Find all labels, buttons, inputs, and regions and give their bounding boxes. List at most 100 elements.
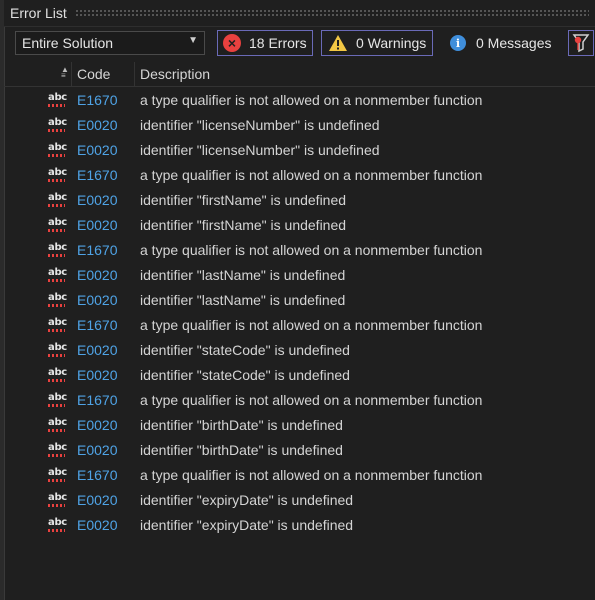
scope-dropdown[interactable]: Entire Solution ▼ xyxy=(15,31,205,55)
table-row[interactable]: abc E0020 identifier "firstName" is undefi… xyxy=(4,188,595,213)
error-list-toolbar: Entire Solution ▼ × 18 Errors 0 Warnings… xyxy=(4,28,595,60)
column-header-code[interactable]: Code xyxy=(77,62,110,87)
error-description: identifier "firstName" is undefined xyxy=(140,217,347,233)
error-code-link[interactable]: E0020 xyxy=(77,488,117,513)
table-header: ▲ ≡ Code Description xyxy=(4,62,595,87)
spelling-abc-icon: abc xyxy=(48,267,67,278)
error-code-link[interactable]: E0020 xyxy=(77,413,117,438)
squiggle-underline-icon xyxy=(48,229,65,232)
squiggle-underline-icon xyxy=(48,529,65,532)
error-description: identifier "stateCode" is undefined xyxy=(140,342,350,358)
table-row[interactable]: abc E1670 a type qualifier is not allowed … xyxy=(4,88,595,113)
table-row[interactable]: abc E1670 a type qualifier is not allowed … xyxy=(4,313,595,338)
error-code-link[interactable]: E0020 xyxy=(77,213,117,238)
error-description: identifier "expiryDate" is undefined xyxy=(140,492,354,508)
error-code-link[interactable]: E1670 xyxy=(77,88,117,113)
table-row[interactable]: abc E0020 identifier "expiryDate" is undef… xyxy=(4,488,595,513)
squiggle-underline-icon xyxy=(48,479,65,482)
spelling-abc-icon: abc xyxy=(48,192,67,203)
error-description: identifier "licenseNumber" is undefined xyxy=(140,142,380,158)
column-header-description[interactable]: Description xyxy=(140,62,210,87)
error-description: a type qualifier is not allowed on a non… xyxy=(140,467,483,483)
error-code-link[interactable]: E0020 xyxy=(77,188,117,213)
squiggle-underline-icon xyxy=(48,129,65,132)
spelling-abc-icon: abc xyxy=(48,217,67,228)
squiggle-underline-icon xyxy=(48,504,65,507)
window-title: Error List xyxy=(10,5,67,21)
squiggle-underline-icon xyxy=(48,379,65,382)
spelling-abc-icon: abc xyxy=(48,442,67,453)
table-row[interactable]: abc E0020 identifier "birthDate" is undefi… xyxy=(4,438,595,463)
vertical-scrollbar[interactable] xyxy=(591,88,595,600)
spelling-abc-icon: abc xyxy=(48,292,67,303)
errors-count-label: 18 Errors xyxy=(249,35,307,51)
error-description: a type qualifier is not allowed on a non… xyxy=(140,242,483,258)
table-row[interactable]: abc E0020 identifier "firstName" is undefi… xyxy=(4,213,595,238)
table-row[interactable]: abc E0020 identifier "lastName" is undefin… xyxy=(4,288,595,313)
error-description: a type qualifier is not allowed on a non… xyxy=(140,92,483,108)
messages-filter-button[interactable]: i 0 Messages xyxy=(444,30,556,56)
table-row[interactable]: abc E1670 a type qualifier is not allowed … xyxy=(4,163,595,188)
column-separator[interactable] xyxy=(71,62,72,87)
table-row[interactable]: abc E0020 identifier "licenseNumber" is un… xyxy=(4,113,595,138)
squiggle-underline-icon xyxy=(48,179,65,182)
squiggle-underline-icon xyxy=(48,204,65,207)
error-description: identifier "lastName" is undefined xyxy=(140,267,346,283)
column-separator[interactable] xyxy=(134,62,135,87)
column-options-icon[interactable]: ▲ ≡ xyxy=(61,66,69,80)
squiggle-underline-icon xyxy=(48,154,65,157)
error-code-link[interactable]: E0020 xyxy=(77,288,117,313)
warnings-count-label: 0 Warnings xyxy=(356,35,427,51)
error-code-link[interactable]: E1670 xyxy=(77,388,117,413)
filter-icon xyxy=(572,34,590,53)
error-description: identifier "lastName" is undefined xyxy=(140,292,346,308)
table-row[interactable]: abc E0020 identifier "lastName" is undefin… xyxy=(4,263,595,288)
error-code-link[interactable]: E1670 xyxy=(77,463,117,488)
warnings-filter-button[interactable]: 0 Warnings xyxy=(321,30,433,56)
spelling-abc-icon: abc xyxy=(48,167,67,178)
table-row[interactable]: abc E1670 a type qualifier is not allowed … xyxy=(4,388,595,413)
table-row[interactable]: abc E1670 a type qualifier is not allowed … xyxy=(4,238,595,263)
error-list-titlebar[interactable]: Error List xyxy=(4,0,595,27)
error-code-link[interactable]: E0020 xyxy=(77,263,117,288)
error-description: a type qualifier is not allowed on a non… xyxy=(140,392,483,408)
error-code-link[interactable]: E1670 xyxy=(77,313,117,338)
spelling-abc-icon: abc xyxy=(48,317,67,328)
squiggle-underline-icon xyxy=(48,354,65,357)
error-code-link[interactable]: E0020 xyxy=(77,113,117,138)
squiggle-underline-icon xyxy=(48,304,65,307)
spelling-abc-icon: abc xyxy=(48,467,67,478)
error-description: identifier "birthDate" is undefined xyxy=(140,442,343,458)
spelling-abc-icon: abc xyxy=(48,117,67,128)
error-code-link[interactable]: E0020 xyxy=(77,513,117,538)
table-row[interactable]: abc E0020 identifier "licenseNumber" is un… xyxy=(4,138,595,163)
table-row[interactable]: abc E0020 identifier "stateCode" is undefi… xyxy=(4,338,595,363)
table-row[interactable]: abc E0020 identifier "stateCode" is undefi… xyxy=(4,363,595,388)
scope-dropdown-value: Entire Solution xyxy=(22,35,114,51)
info-circle-icon: i xyxy=(450,35,466,51)
table-row[interactable]: abc E0020 identifier "birthDate" is undefi… xyxy=(4,413,595,438)
spelling-abc-icon: abc xyxy=(48,417,67,428)
error-code-link[interactable]: E1670 xyxy=(77,238,117,263)
error-description: identifier "licenseNumber" is undefined xyxy=(140,117,380,133)
error-description: identifier "birthDate" is undefined xyxy=(140,417,343,433)
error-code-link[interactable]: E0020 xyxy=(77,338,117,363)
error-code-link[interactable]: E1670 xyxy=(77,163,117,188)
table-row[interactable]: abc E1670 a type qualifier is not allowed … xyxy=(4,463,595,488)
squiggle-underline-icon xyxy=(48,279,65,282)
error-code-link[interactable]: E0020 xyxy=(77,363,117,388)
error-description: identifier "expiryDate" is undefined xyxy=(140,517,354,533)
errors-filter-button[interactable]: × 18 Errors xyxy=(217,30,313,56)
error-code-link[interactable]: E0020 xyxy=(77,438,117,463)
filter-button[interactable] xyxy=(568,30,594,56)
messages-count-label: 0 Messages xyxy=(476,35,552,51)
error-code-link[interactable]: E0020 xyxy=(77,138,117,163)
drag-grip[interactable] xyxy=(74,9,589,17)
warning-triangle-icon xyxy=(329,35,347,51)
error-list-rows: abc E1670 a type qualifier is not allowed … xyxy=(4,88,595,538)
error-description: a type qualifier is not allowed on a non… xyxy=(140,167,483,183)
table-row[interactable]: abc E0020 identifier "expiryDate" is undef… xyxy=(4,513,595,538)
error-description: identifier "stateCode" is undefined xyxy=(140,367,350,383)
spelling-abc-icon: abc xyxy=(48,342,67,353)
spelling-abc-icon: abc xyxy=(48,367,67,378)
